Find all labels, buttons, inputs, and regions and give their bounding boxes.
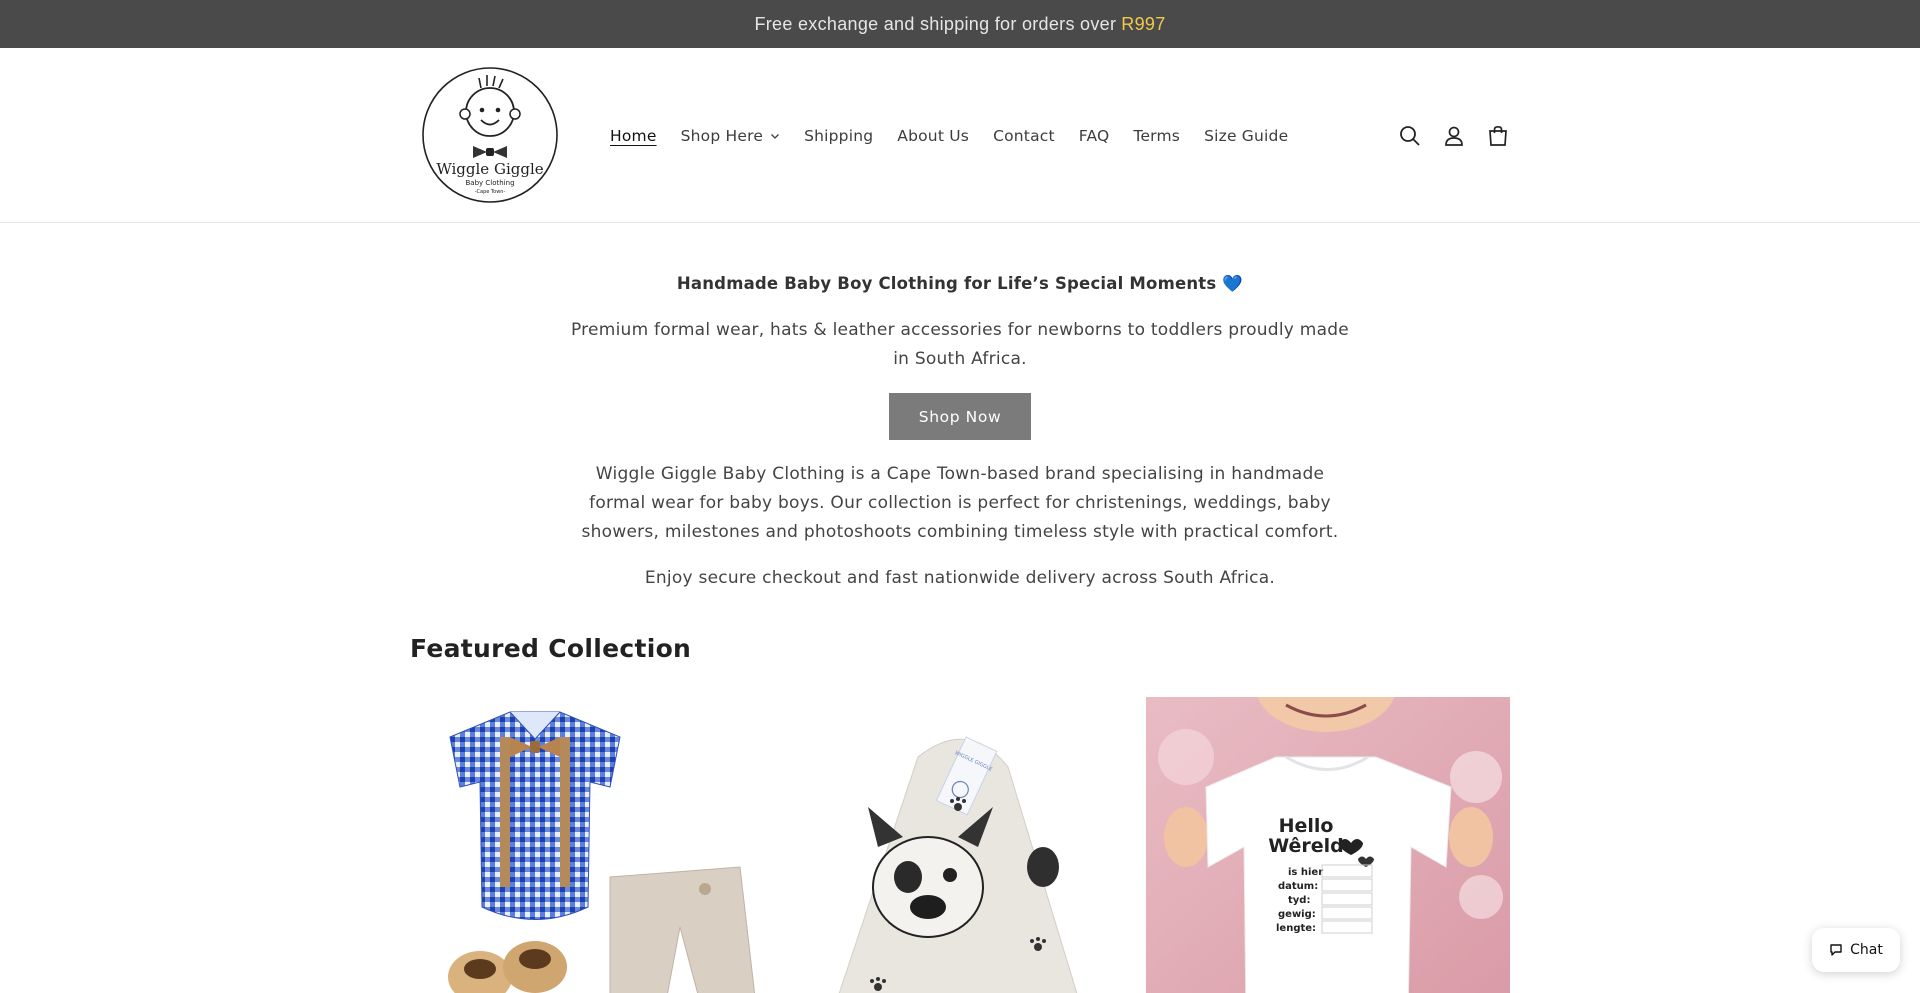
announcement-highlight: R997: [1121, 13, 1166, 34]
logo-line2: -Cape Town-: [475, 189, 506, 195]
brand-logo[interactable]: Wiggle Giggle Baby Clothing -Cape Town-: [421, 66, 559, 204]
product-image-onesie: Hello Wêreld is hier datum: tyd: gewig: …: [1146, 697, 1510, 993]
account-icon: [1445, 126, 1463, 146]
cart-button[interactable]: [1476, 114, 1520, 158]
cart-icon: [1489, 125, 1507, 146]
main-nav: Home Shop Here Shipping About Us Contact…: [598, 48, 1300, 223]
nav-home[interactable]: Home: [610, 127, 657, 145]
product-card-onesie[interactable]: Hello Wêreld is hier datum: tyd: gewig: …: [1146, 697, 1510, 993]
chat-label: Chat: [1850, 942, 1883, 958]
account-button[interactable]: [1432, 114, 1476, 158]
site-header: Wiggle Giggle Baby Clothing -Cape Town- …: [0, 48, 1920, 223]
nav-shop-here-label: Shop Here: [680, 126, 764, 145]
header-icons: [1388, 48, 1520, 223]
announcement-text: Free exchange and shipping for orders ov…: [754, 13, 1117, 34]
featured-collection-title: Featured Collection: [410, 634, 692, 663]
nav-about-us[interactable]: About Us: [897, 127, 969, 145]
product-card-bib[interactable]: WIGGLE GIGGLE: [778, 697, 1142, 993]
product-image-bib: WIGGLE GIGGLE: [778, 697, 1142, 993]
product-card-romper[interactable]: [410, 697, 774, 993]
hero-note: Enjoy secure checkout and fast nationwid…: [644, 568, 1276, 588]
onesie-line-3: tyd:: [1288, 895, 1310, 906]
nav-shipping[interactable]: Shipping: [804, 127, 873, 145]
hero-subtitle: Premium formal wear, hats & leather acce…: [570, 320, 1349, 369]
chat-bubble-icon: [1830, 944, 1842, 956]
nav-terms[interactable]: Terms: [1133, 127, 1180, 145]
search-button[interactable]: [1388, 114, 1432, 158]
nav-size-guide[interactable]: Size Guide: [1204, 127, 1288, 145]
product-grid: WIGGLE GIGGLE Hello Wêreld is hier datum…: [410, 697, 1510, 993]
shop-now-button[interactable]: Shop Now: [889, 393, 1031, 440]
onesie-title-2: Wêreld: [1268, 835, 1344, 857]
onesie-line-2: datum:: [1278, 881, 1318, 892]
hero-title: Handmade Baby Boy Clothing for Life’s Sp…: [676, 274, 1244, 293]
announcement-bar: Free exchange and shipping for orders ov…: [0, 0, 1920, 48]
chat-button[interactable]: Chat: [1812, 928, 1900, 972]
search-icon: [1400, 125, 1420, 146]
nav-contact[interactable]: Contact: [993, 127, 1055, 145]
hero-body: Wiggle Giggle Baby Clothing is a Cape To…: [581, 464, 1339, 542]
logo-brand-text: Wiggle Giggle: [436, 160, 543, 178]
onesie-line-4: gewig:: [1278, 909, 1316, 920]
onesie-line-1: is hier: [1288, 867, 1323, 878]
chevron-down-icon: [771, 133, 780, 139]
onesie-title-1: Hello: [1279, 815, 1334, 837]
nav-shop-here[interactable]: Shop Here: [681, 127, 780, 145]
nav-faq[interactable]: FAQ: [1079, 127, 1110, 145]
onesie-line-5: lengte:: [1276, 923, 1316, 934]
logo-line1: Baby Clothing: [465, 179, 514, 187]
product-image-romper: [410, 697, 774, 993]
